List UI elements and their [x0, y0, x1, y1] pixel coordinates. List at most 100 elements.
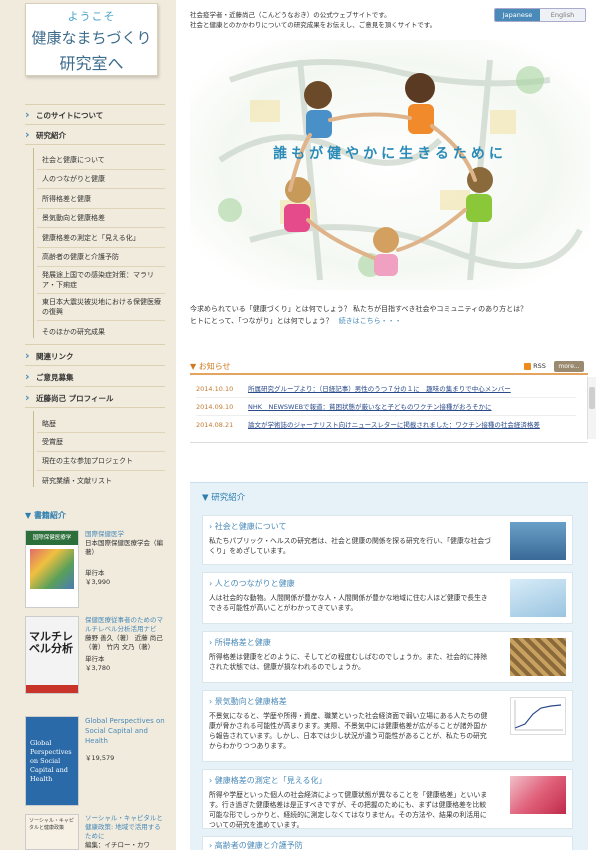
research-card[interactable]: › 人とのつながりと健康 人は社会的な動物。人間関係が豊かな人・人間関係が豊かな…	[202, 572, 573, 624]
news-heading-label: お知らせ	[198, 362, 231, 371]
book-title[interactable]: 国際保健医学	[85, 530, 165, 539]
research-card-title-text: 健康格差の測定と「見える化」	[214, 776, 327, 785]
news-scrollbar[interactable]	[587, 377, 596, 439]
nav-sub-divider	[37, 188, 165, 189]
site-intro-line2: 社会と健康とのかかわりについての研究成果をお伝えし、ご意見を頂くサイトです。	[190, 21, 437, 29]
rss-icon	[524, 362, 531, 370]
research-card-desc: 私たちパブリック・ヘルスの研究者は、社会と健康の関係を探る研究を行い、「健康な社…	[209, 537, 491, 555]
book-info: Global Perspectives on Social Capital an…	[85, 716, 165, 763]
tagline-line1: 今求められている「健康づくり」とは何でしょう？ 私たちが目指すべき社会やコミュニ…	[190, 305, 528, 313]
research-card-image	[510, 697, 566, 735]
language-switcher: Japanese English	[494, 8, 586, 22]
research-card-desc: 人は社会的な動物。人間関係が豊かな人・人間関係が豊かな地域に住む人ほど健康で長生…	[209, 594, 488, 612]
news-title[interactable]: 論文が学術誌のジャーナリスト向けニュースレターに掲載されました：ワクチン接種の社…	[248, 421, 568, 430]
nav-sub-projects[interactable]: 現在の主な参加プロジェクト	[42, 456, 167, 466]
research-card[interactable]: › 健康格差の測定と「見える化」 所得や学歴といった個人の社会経済によって健康状…	[202, 769, 573, 829]
news-title[interactable]: 所属研究グループより：（日経記事）男性のうつ７分の１に 趣味の集まりで中心メンバ…	[248, 385, 568, 394]
book-author: 日本国際保健医療学会（編著）	[85, 539, 163, 556]
nav-sub-economy[interactable]: 景気動向と健康格差	[42, 213, 167, 223]
book-title[interactable]: 保健医療従事者のためのマルチレベル分析活用ナビ	[85, 616, 165, 634]
book-cover[interactable]: Global Perspectives on Social Capital an…	[25, 716, 79, 806]
nav-divider	[25, 407, 165, 408]
nav-divider	[25, 124, 165, 125]
book-cover[interactable]: マルチレベル分析	[25, 616, 79, 694]
book-title[interactable]: Global Perspectives on Social Capital an…	[85, 716, 165, 746]
nav-about[interactable]: このサイトについて	[25, 108, 165, 121]
research-card-desc: 不景気になると、学歴や所得・資産、職業といった社会経済面で弱い立場にある人たちの…	[209, 712, 488, 750]
research-card[interactable]: › 所得格差と健康 所得格差は健康をどのように、そしてどの程度むしばむのでしょう…	[202, 631, 573, 683]
logo-welcome: ようこそ	[67, 10, 116, 23]
research-card-title[interactable]: › 景気動向と健康格差	[209, 696, 287, 707]
book-item[interactable]: ソーシャル・キャピタルと健康政策 ソーシャル・キャピタルと健康政策: 地域で活用…	[25, 814, 165, 850]
nav-research[interactable]: 研究紹介	[25, 128, 165, 141]
research-card-title-text: 景気動向と健康格差	[214, 697, 287, 706]
research-card-title-text: 所得格差と健康	[214, 638, 271, 647]
news-heading: ▼ お知らせ	[190, 362, 231, 371]
nav-profile[interactable]: 近藤尚己 プロフィール	[25, 391, 165, 404]
research-card[interactable]: › 景気動向と健康格差 不景気になると、学歴や所得・資産、職業といった社会経済面…	[202, 690, 573, 762]
book-cover-title: ソーシャル・キャピタルと健康政策	[29, 818, 74, 831]
research-heading-label: 研究紹介	[211, 493, 246, 503]
news-more-button[interactable]: more...	[554, 361, 584, 372]
nav-sub-bio[interactable]: 略歴	[42, 419, 167, 429]
site-logo[interactable]: ようこそ 健康なまちづくり 研究室へ	[25, 3, 158, 76]
book-title[interactable]: ソーシャル・キャピタルと健康政策: 地域で活用するために	[85, 814, 165, 841]
nav-sub-divider	[37, 169, 165, 170]
logo-title-1: 健康なまちづくり	[31, 29, 152, 47]
nav-sub-income-gap[interactable]: 所得格差と健康	[42, 194, 167, 204]
nav-sub-society-health[interactable]: 社会と健康について	[42, 155, 167, 165]
nav-sub-divider	[37, 293, 165, 294]
research-card[interactable]: › 社会と健康について 私たちパブリック・ヘルスの研究者は、社会と健康の関係を探…	[202, 515, 573, 565]
book-cover[interactable]: ソーシャル・キャピタルと健康政策	[25, 814, 79, 850]
tagline-line2: ヒトにとって、「つながり」とは何でしょう？ 続きはこちら・・・	[190, 316, 402, 326]
research-card-title[interactable]: › 社会と健康について	[209, 521, 287, 532]
book-cover-title: Global Perspectives on Social Capital an…	[30, 739, 72, 783]
nav-feedback[interactable]: ご意見募集	[25, 370, 165, 383]
scrollbar-thumb[interactable]	[589, 387, 595, 409]
book-item[interactable]: マルチレベル分析 保健医療従事者のためのマルチレベル分析活用ナビ 藤野 善久（著…	[25, 616, 165, 696]
research-card-desc: 所得や学歴といった個人の社会経済によって健康状態が異なることを「健康格差」といい…	[209, 791, 488, 829]
nav-sub-elderly[interactable]: 高齢者の健康と介護予防	[42, 252, 167, 262]
research-card-title[interactable]: › 高齢者の健康と介護予防	[209, 840, 303, 850]
book-cover-art	[30, 549, 74, 589]
nav-sub-other[interactable]: そのほかの研究成果	[42, 327, 167, 337]
research-card-title[interactable]: › 人とのつながりと健康	[209, 578, 295, 589]
nav-sub-divider	[37, 320, 165, 321]
read-more-link[interactable]: 続きはこちら・・・	[339, 317, 402, 325]
book-cover[interactable]: 国際保健医療学	[25, 530, 79, 608]
nav-divider	[25, 365, 165, 366]
nav-sub-divider	[37, 266, 165, 267]
nav-sub-awards[interactable]: 受賞歴	[42, 437, 167, 447]
book-item[interactable]: 国際保健医療学 国際保健医学 日本国際保健医療学会（編著） 単行本 ￥3,990	[25, 530, 165, 610]
rss-label: RSS	[533, 362, 546, 370]
news-date: 2014.09.10	[196, 403, 234, 411]
nav-tree-line	[33, 411, 34, 487]
nav-sub-divider	[37, 208, 165, 209]
rss-link[interactable]: RSS	[524, 362, 546, 370]
nav-sub-divider	[37, 227, 165, 228]
nav-tree-line	[33, 148, 34, 338]
lang-japanese-button[interactable]: Japanese	[495, 9, 540, 21]
nav-sub-earthquake[interactable]: 東日本大震災被災地における保健医療の復興	[42, 297, 167, 317]
nav-sub-infection[interactable]: 発展途上国での感染症対策：マラリア・下痢症	[42, 270, 167, 290]
research-card-title[interactable]: › 所得格差と健康	[209, 637, 271, 648]
research-card-title-text: 高齢者の健康と介護予防	[214, 841, 303, 850]
research-card[interactable]: › 高齢者の健康と介護予防	[202, 836, 573, 850]
nav-sub-publications[interactable]: 研究業績・文献リスト	[42, 476, 167, 486]
nav-links[interactable]: 関連リンク	[25, 349, 165, 362]
news-date: 2014.08.21	[196, 421, 234, 429]
nav-sub-connections[interactable]: 人のつながりと健康	[42, 174, 167, 184]
books-heading-label: 書籍紹介	[33, 511, 66, 520]
book-item[interactable]: Global Perspectives on Social Capital an…	[25, 716, 165, 808]
news-separator	[196, 397, 576, 398]
research-card-image	[510, 522, 566, 560]
lang-english-button[interactable]: English	[540, 9, 585, 21]
book-info: ソーシャル・キャピタルと健康政策: 地域で活用するために 編集：イチロー・カワ	[85, 814, 165, 850]
research-heading: ▼ 研究紹介	[202, 493, 246, 503]
book-price: ￥3,990	[85, 578, 111, 586]
books-heading: ▼ 書籍紹介	[25, 511, 66, 520]
research-card-title[interactable]: › 健康格差の測定と「見える化」	[209, 775, 327, 786]
nav-sub-measurement[interactable]: 健康格差の測定と「見える化」	[42, 233, 167, 243]
news-title[interactable]: NHK NEWSWEBで報道：貧困状態が厳いなと子どものワクチン接種がおろそかに	[248, 403, 568, 412]
nav-sub-divider	[37, 432, 165, 433]
